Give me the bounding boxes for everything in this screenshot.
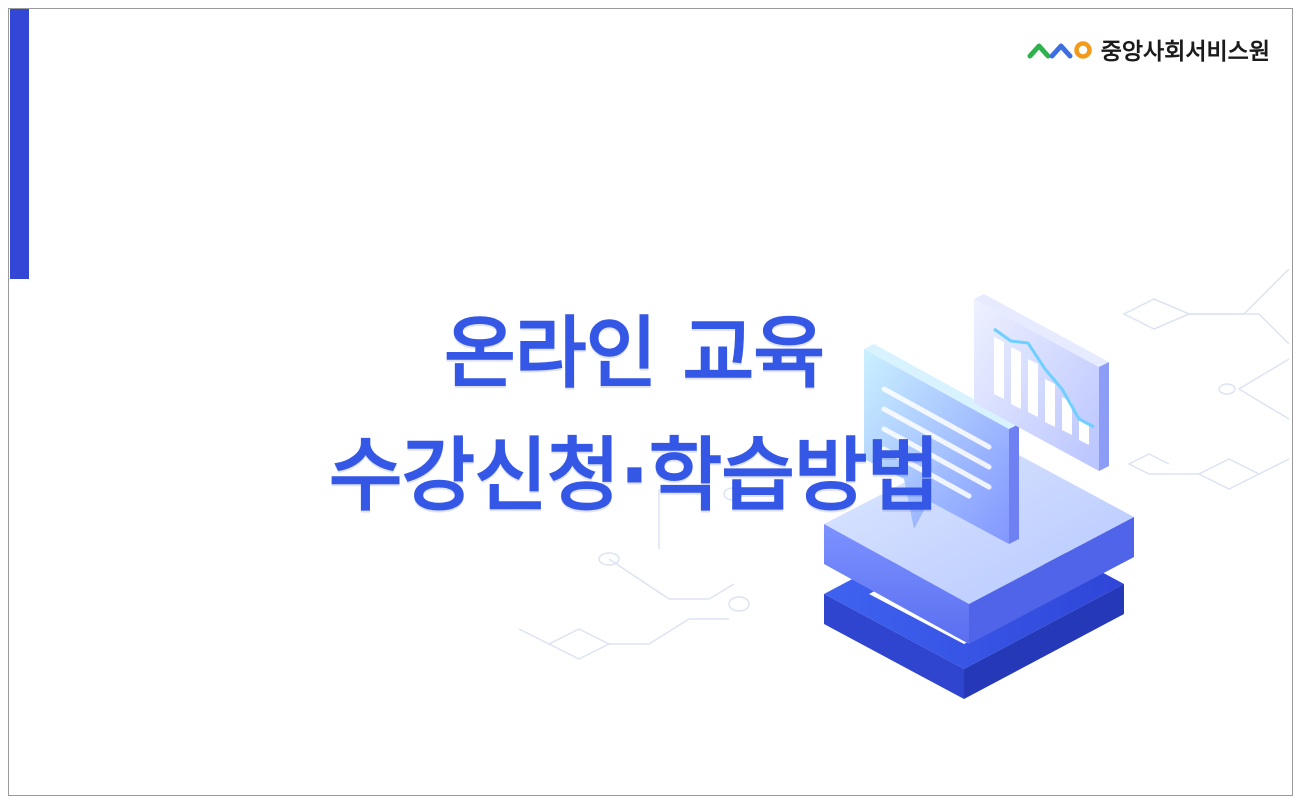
org-logo-mark-icon bbox=[1027, 41, 1092, 59]
slide-title-line2: 수강신청·학습방법 bbox=[328, 429, 940, 522]
org-name: 중앙사회서비스원 bbox=[1100, 39, 1270, 65]
slide-title-line1: 온라인 교육 bbox=[444, 309, 825, 399]
org-logo: 중앙사회서비스원 bbox=[1027, 29, 1270, 69]
accent-bar bbox=[10, 9, 29, 279]
slide-frame: 중앙사회서비스원 온라인 교육 수강신청·학습방법 bbox=[8, 8, 1293, 796]
